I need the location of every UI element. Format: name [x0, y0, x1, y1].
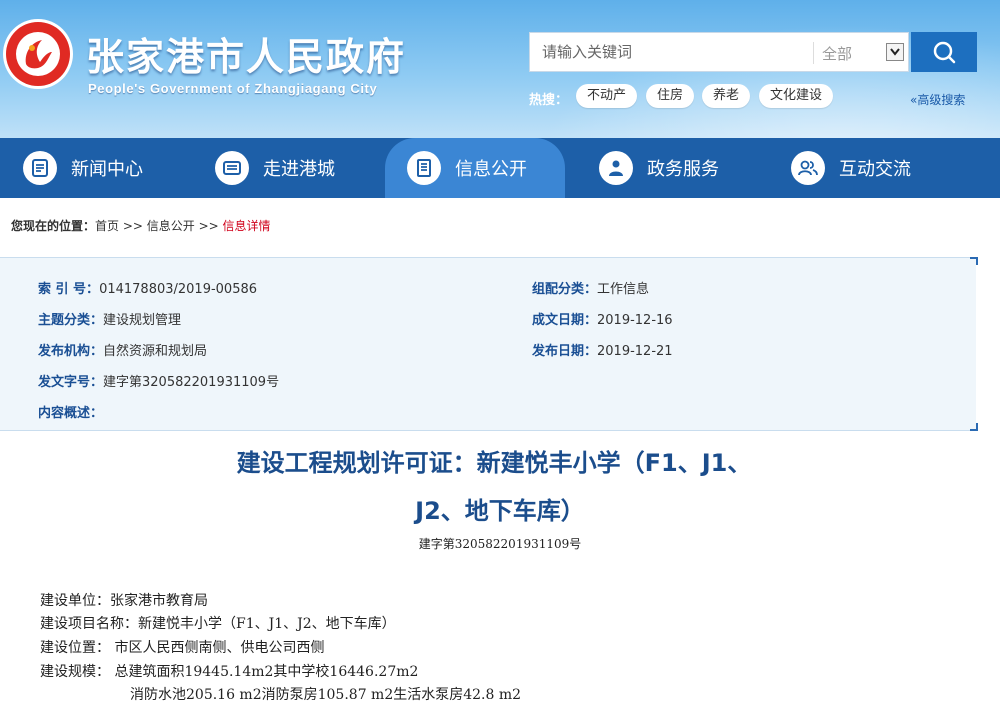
nav-item-info-disclosure[interactable]: 信息公开 — [385, 138, 565, 198]
breadcrumb-separator: >> — [119, 219, 147, 233]
breadcrumb-separator: >> — [194, 219, 223, 233]
chevron-down-icon[interactable] — [886, 43, 904, 61]
corner-decoration — [970, 257, 978, 265]
newspaper-icon — [23, 151, 57, 185]
meta-key: 索 引 号： — [38, 282, 100, 297]
breadcrumb: 您现在的位置：首页 >> 信息公开 >> 信息详情 — [11, 217, 271, 234]
meta-key: 发文字号： — [38, 375, 104, 390]
meta-key: 组配分类： — [532, 282, 598, 297]
search-button[interactable] — [911, 32, 977, 72]
body-line: 消防水池205.16 m2消防泵房105.87 m2生活水泵房42.8 m2 — [130, 687, 522, 703]
document-icon — [407, 151, 441, 185]
search-input[interactable] — [530, 33, 812, 71]
people-icon — [791, 151, 825, 185]
hot-search-label: 热搜： — [529, 93, 569, 108]
search-icon — [933, 41, 956, 64]
meta-value: 2019-12-21 — [597, 344, 673, 359]
body-line: 建设规模： 总建筑面积19445.14m2其中学校16446.27m2 — [40, 664, 419, 680]
meta-key: 发布日期： — [532, 344, 598, 359]
meta-value: 2019-12-16 — [597, 313, 673, 328]
meta-index-no: 索 引 号：014178803/2019-00586 — [38, 278, 257, 297]
site-subtitle: People's Government of Zhangjiagang City — [88, 81, 378, 96]
article-title-line-2: J2、地下车库） — [415, 497, 585, 525]
hot-tag[interactable]: 文化建设 — [759, 84, 834, 108]
meta-published-date: 发布日期：2019-12-21 — [532, 340, 673, 359]
main-nav: 新闻中心 走进港城 信息公开 政务服务 互动交流 — [0, 138, 1000, 198]
meta-value: 014178803/2019-00586 — [99, 282, 258, 297]
search-scope-select[interactable]: 全部 — [822, 43, 852, 64]
nav-item-services[interactable]: 政务服务 — [599, 138, 719, 198]
breadcrumb-current: 信息详情 — [222, 219, 271, 233]
body-line: 建设位置： 市区人民西侧南侧、供电公司西侧 — [40, 640, 325, 656]
city-emblem-logo[interactable] — [2, 18, 74, 90]
city-icon — [215, 151, 249, 185]
breadcrumb-label: 您现在的位置： — [11, 219, 96, 233]
nav-item-label: 走进港城 — [263, 159, 335, 180]
meta-summary: 内容概述： — [38, 402, 103, 421]
nav-item-city[interactable]: 走进港城 — [215, 138, 335, 198]
hot-tag[interactable]: 养老 — [702, 84, 751, 108]
nav-item-label: 政务服务 — [647, 159, 719, 180]
meta-key: 内容概述： — [38, 406, 104, 421]
body-line: 建设项目名称：新建悦丰小学（F1、J1、J2、地下车库） — [40, 616, 396, 632]
meta-doc-no: 发文字号：建字第320582201931109号 — [38, 371, 279, 390]
corner-decoration — [970, 423, 978, 431]
nav-item-interaction[interactable]: 互动交流 — [791, 138, 911, 198]
nav-item-news[interactable]: 新闻中心 — [23, 138, 143, 198]
site-header: 张家港市人民政府 People's Government of Zhangjia… — [0, 0, 1000, 138]
advanced-search-link[interactable]: «高级搜索 — [910, 91, 965, 108]
breadcrumb-info-disclosure[interactable]: 信息公开 — [147, 219, 195, 233]
nav-item-label: 互动交流 — [839, 159, 911, 180]
meta-value: 工作信息 — [597, 282, 650, 297]
meta-value: 自然资源和规划局 — [103, 344, 208, 359]
meta-key: 主题分类： — [38, 313, 104, 328]
hot-tag[interactable]: 不动产 — [576, 84, 638, 108]
meta-created-date: 成文日期：2019-12-16 — [532, 309, 673, 328]
meta-key: 发布机构： — [38, 344, 104, 359]
breadcrumb-home[interactable]: 首页 — [95, 219, 119, 233]
site-title: 张家港市人民政府 — [86, 35, 407, 79]
meta-org: 发布机构：自然资源和规划局 — [38, 340, 207, 359]
hot-tag[interactable]: 住房 — [646, 84, 695, 108]
service-person-icon — [599, 151, 633, 185]
meta-topic: 主题分类：建设规划管理 — [38, 309, 181, 328]
meta-key: 成文日期： — [532, 313, 598, 328]
nav-item-label: 新闻中心 — [71, 159, 143, 180]
document-meta-panel: 索 引 号：014178803/2019-00586 组配分类：工作信息 主题分… — [0, 257, 978, 431]
nav-item-label: 信息公开 — [455, 159, 527, 180]
meta-value: 建字第320582201931109号 — [103, 375, 280, 390]
body-line: 建设单位：张家港市教育局 — [40, 593, 208, 609]
search-divider — [813, 42, 814, 64]
article-title-line-1: 建设工程规划许可证：新建悦丰小学（F1、J1、 — [236, 449, 752, 477]
search-box: 全部 — [529, 32, 909, 72]
meta-category: 组配分类：工作信息 — [532, 278, 649, 297]
meta-value: 建设规划管理 — [103, 313, 182, 328]
article-doc-number: 建字第320582201931109号 — [418, 537, 582, 551]
